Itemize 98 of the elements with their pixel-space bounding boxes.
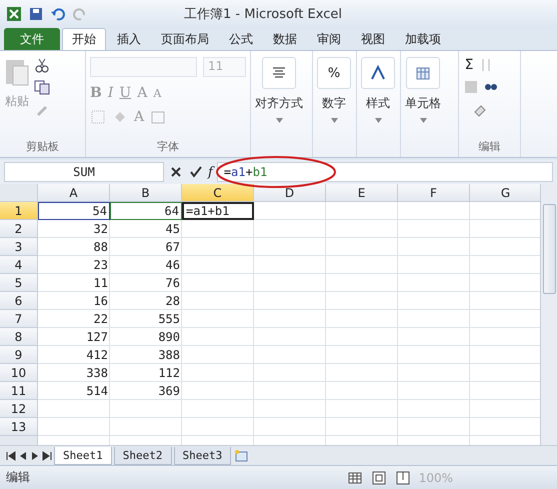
- table-cell-text: 388: [157, 347, 181, 364]
- table-cell-text: 890: [157, 329, 181, 346]
- row-header[interactable]: 7: [0, 310, 38, 328]
- ribbon-tab[interactable]: 插入: [108, 28, 150, 50]
- table-cell-text: 32: [92, 221, 109, 238]
- prev-sheet-icon: [18, 450, 28, 460]
- redo-icon: [72, 6, 88, 22]
- column-header[interactable]: F: [398, 184, 470, 202]
- ribbon-tab[interactable]: 数据: [264, 28, 306, 50]
- row-header[interactable]: 2: [0, 220, 38, 238]
- table-cell: =a1+b1: [182, 202, 254, 220]
- table-cell-text: 67: [164, 239, 181, 256]
- sheet-tab[interactable]: Sheet3: [174, 446, 232, 464]
- table-cell-text: 16: [92, 293, 109, 310]
- table-cell-text: 514: [85, 383, 109, 400]
- group-label: 剪贴板: [25, 139, 60, 155]
- caret-icon: [420, 118, 426, 123]
- table-cell-text: 11: [92, 275, 109, 292]
- table-cell-text: 22: [92, 311, 109, 328]
- column-header[interactable]: G: [470, 184, 540, 202]
- table-cell-text: 46: [164, 257, 181, 274]
- number-format-button[interactable]: %: [317, 57, 351, 89]
- table-cell-text: 76: [164, 275, 181, 292]
- save-icon: [28, 6, 44, 22]
- file-tab[interactable]: 文件: [4, 28, 60, 50]
- formula-input[interactable]: =a1+b1: [216, 162, 553, 182]
- align-button[interactable]: [262, 57, 296, 89]
- table-cell-text: 45: [164, 221, 181, 238]
- table-cell-text: 112: [157, 365, 181, 382]
- row-header[interactable]: 10: [0, 364, 38, 382]
- check-icon: [188, 164, 204, 180]
- row-header[interactable]: 9: [0, 346, 38, 364]
- row-header[interactable]: 1: [0, 202, 38, 220]
- group-label: 字体: [156, 139, 180, 155]
- row-header[interactable]: 12: [0, 400, 38, 418]
- row-header[interactable]: 5: [0, 274, 38, 292]
- binoculars-icon: [485, 84, 497, 90]
- row-header[interactable]: 13: [0, 418, 38, 436]
- insert-function-button[interactable]: f: [208, 164, 213, 180]
- page-layout-icon: [370, 470, 387, 486]
- page-break-icon: [394, 470, 411, 486]
- first-sheet-icon: [6, 450, 16, 460]
- window-title: 工作簿1 - Microsoft Excel: [184, 6, 342, 23]
- caret-icon: [374, 118, 382, 123]
- row-header[interactable]: 3: [0, 238, 38, 256]
- ribbon-tab[interactable]: 公式: [220, 28, 262, 50]
- undo-icon: [50, 6, 66, 22]
- table-cell: 64: [110, 202, 182, 220]
- ribbon-tab[interactable]: 开始: [62, 28, 106, 50]
- last-sheet-icon: [42, 450, 52, 460]
- ribbon-tab[interactable]: 审阅: [308, 28, 350, 50]
- name-box[interactable]: SUM: [4, 162, 164, 182]
- row-header[interactable]: 11: [0, 382, 38, 400]
- copy-icon: [34, 79, 50, 95]
- table-icon: [415, 65, 431, 81]
- column-header[interactable]: A: [38, 184, 110, 202]
- excel-logo-icon: [6, 6, 22, 22]
- ribbon-tab[interactable]: 页面布局: [152, 28, 218, 50]
- row-header[interactable]: 6: [0, 292, 38, 310]
- next-sheet-icon: [30, 450, 40, 460]
- table-cell-text: 369: [157, 383, 181, 400]
- font-name-field[interactable]: [90, 57, 197, 77]
- group-label: 单元格: [405, 95, 441, 112]
- table-cell-text: 412: [85, 347, 109, 364]
- group-label: 编辑: [478, 139, 502, 155]
- table-cell-text: 555: [157, 311, 181, 328]
- row-header[interactable]: 4: [0, 256, 38, 274]
- table-cell-text: 23: [92, 257, 109, 274]
- scissors-icon: [34, 57, 50, 73]
- autosum-button[interactable]: Σ: [464, 57, 474, 73]
- zoom-level: 100%: [418, 470, 453, 484]
- sheet-tab[interactable]: Sheet1: [54, 446, 112, 464]
- table-cell: 54: [38, 202, 110, 220]
- caret-icon: [330, 118, 338, 123]
- scrollbar-thumb[interactable]: [542, 204, 556, 294]
- column-header[interactable]: B: [110, 184, 182, 202]
- group-label: 数字: [322, 95, 346, 112]
- row-header[interactable]: 8: [0, 328, 38, 346]
- styles-icon: [370, 65, 386, 81]
- caret-icon: [276, 118, 282, 123]
- ribbon-tab[interactable]: 视图: [352, 28, 394, 50]
- border-icon: [90, 109, 106, 125]
- normal-view-icon: [346, 470, 363, 486]
- table-cell-text: 127: [85, 329, 109, 346]
- table-cell-text: 88: [92, 239, 109, 256]
- ribbon-tab[interactable]: 加载项: [396, 28, 450, 50]
- styles-button[interactable]: [361, 57, 395, 89]
- status-mode: 编辑: [6, 469, 30, 486]
- paste-icon: [4, 57, 30, 87]
- column-header[interactable]: D: [254, 184, 326, 202]
- column-header[interactable]: E: [326, 184, 398, 202]
- group-label: 样式: [366, 95, 390, 112]
- group-label: 对齐方式: [255, 95, 303, 112]
- cells-button[interactable]: [406, 57, 440, 89]
- table-cell-text: 28: [164, 293, 181, 310]
- column-header[interactable]: C: [182, 184, 254, 202]
- table-cell-text: 338: [85, 365, 109, 382]
- sheet-tab[interactable]: Sheet2: [114, 446, 172, 464]
